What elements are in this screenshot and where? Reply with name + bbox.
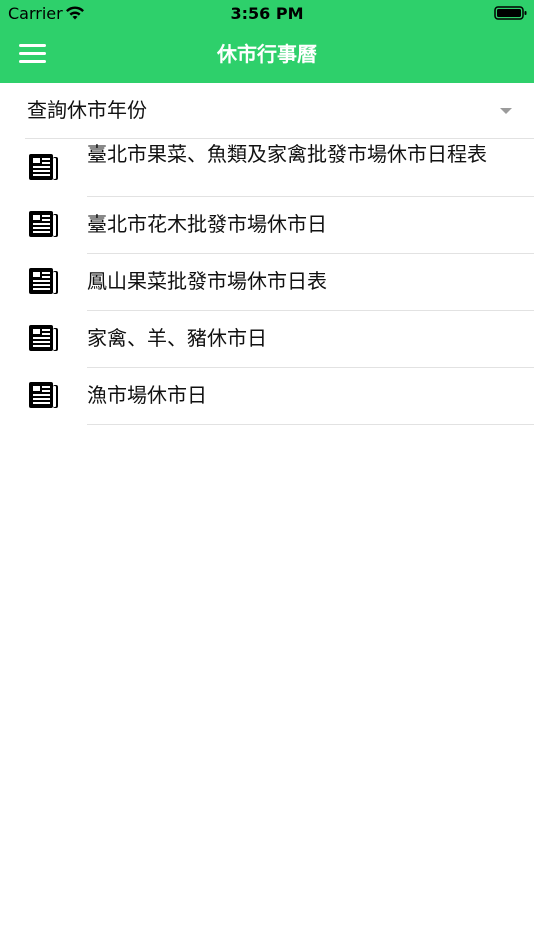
list-item-label: 臺北市花木批發市場休市日 bbox=[87, 212, 327, 236]
list-item[interactable]: 臺北市果菜、魚類及家禽批發市場休市日程表 bbox=[0, 140, 534, 197]
page-title: 休市行事曆 bbox=[217, 42, 317, 66]
battery-icon bbox=[494, 6, 527, 20]
list-item[interactable]: 臺北市花木批發市場休市日 bbox=[0, 197, 534, 254]
list-item[interactable]: 漁市場休市日 bbox=[0, 368, 534, 425]
list-divider bbox=[87, 424, 534, 425]
app-header: Carrier 3:56 PM 休市行事曆 bbox=[0, 0, 534, 83]
newspaper-icon bbox=[29, 268, 58, 294]
chevron-down-icon bbox=[500, 108, 512, 114]
newspaper-icon bbox=[29, 154, 58, 180]
newspaper-icon bbox=[29, 382, 58, 408]
list-item-label: 家禽、羊、豬休市日 bbox=[87, 326, 267, 350]
year-filter-dropdown[interactable]: 查詢休市年份 bbox=[25, 83, 534, 139]
navigation-bar: 休市行事曆 bbox=[0, 28, 534, 83]
list-item-label: 漁市場休市日 bbox=[87, 383, 207, 407]
status-time: 3:56 PM bbox=[230, 4, 304, 23]
list-item-label: 臺北市果菜、魚類及家禽批發市場休市日程表 bbox=[87, 142, 487, 166]
status-bar: Carrier 3:56 PM bbox=[0, 0, 534, 28]
list-item[interactable]: 鳳山果菜批發市場休市日表 bbox=[0, 254, 534, 311]
market-holiday-list: 臺北市果菜、魚類及家禽批發市場休市日程表 臺北市花木批發市場休市日 鳳山果菜批發… bbox=[0, 140, 534, 425]
list-item-label: 鳳山果菜批發市場休市日表 bbox=[87, 269, 327, 293]
year-filter-label: 查詢休市年份 bbox=[27, 98, 147, 122]
newspaper-icon bbox=[29, 211, 58, 237]
list-item[interactable]: 家禽、羊、豬休市日 bbox=[0, 311, 534, 368]
newspaper-icon bbox=[29, 325, 58, 351]
